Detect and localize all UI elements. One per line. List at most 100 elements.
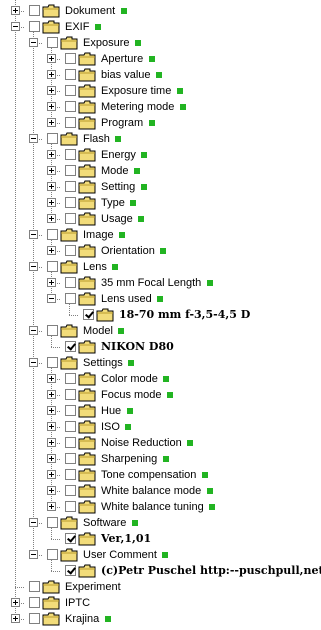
checkbox-icon[interactable] — [83, 309, 94, 320]
tree-node[interactable]: Metering mode — [0, 99, 321, 115]
tree-node[interactable]: Image — [0, 227, 321, 243]
checkbox-icon[interactable] — [47, 549, 58, 560]
checkbox-icon[interactable] — [29, 613, 40, 624]
checkbox-icon[interactable] — [29, 597, 40, 608]
tree-node[interactable]: Focus mode — [0, 387, 321, 403]
collapse-icon[interactable] — [29, 230, 38, 239]
expand-icon[interactable] — [47, 214, 56, 223]
tree-node[interactable]: Lens used — [0, 291, 321, 307]
tree-value-node[interactable]: (c)Petr Puschel http:--puschpull,net — [0, 563, 321, 579]
checkbox-icon[interactable] — [65, 405, 76, 416]
expand-icon[interactable] — [47, 86, 56, 95]
tree-node[interactable]: Tone compensation — [0, 467, 321, 483]
checkbox-icon[interactable] — [47, 325, 58, 336]
expand-icon[interactable] — [11, 614, 20, 623]
tree-node[interactable]: Software — [0, 515, 321, 531]
expand-icon[interactable] — [47, 150, 56, 159]
collapse-icon[interactable] — [29, 358, 38, 367]
checkbox-icon[interactable] — [65, 373, 76, 384]
checkbox-icon[interactable] — [65, 485, 76, 496]
tree-node[interactable]: Usage — [0, 211, 321, 227]
expand-icon[interactable] — [11, 598, 20, 607]
expand-icon[interactable] — [47, 182, 56, 191]
tree-node[interactable]: Lens — [0, 259, 321, 275]
checkbox-icon[interactable] — [65, 245, 76, 256]
checkbox-icon[interactable] — [65, 421, 76, 432]
collapse-icon[interactable] — [29, 134, 38, 143]
expand-icon[interactable] — [47, 374, 56, 383]
checkbox-icon[interactable] — [65, 277, 76, 288]
checkbox-icon[interactable] — [65, 165, 76, 176]
checkbox-icon[interactable] — [65, 437, 76, 448]
tree-node[interactable]: Exposure — [0, 35, 321, 51]
checkbox-icon[interactable] — [65, 53, 76, 64]
tree-node[interactable]: bias value — [0, 67, 321, 83]
collapse-icon[interactable] — [29, 262, 38, 271]
checkbox-icon[interactable] — [65, 389, 76, 400]
checkbox-icon[interactable] — [65, 85, 76, 96]
tree-value-node[interactable]: 18-70 mm f-3,5-4,5 D — [0, 307, 321, 323]
checkbox-icon[interactable] — [65, 565, 76, 576]
expand-icon[interactable] — [47, 438, 56, 447]
expand-icon[interactable] — [47, 502, 56, 511]
tree-node[interactable]: Mode — [0, 163, 321, 179]
checkbox-icon[interactable] — [65, 197, 76, 208]
checkbox-icon[interactable] — [65, 69, 76, 80]
tree-node[interactable]: Hue — [0, 403, 321, 419]
tree-node[interactable]: 35 mm Focal Length — [0, 275, 321, 291]
tree-node[interactable]: Model — [0, 323, 321, 339]
expand-icon[interactable] — [47, 406, 56, 415]
checkbox-icon[interactable] — [65, 293, 76, 304]
tree-node[interactable]: Setting — [0, 179, 321, 195]
expand-icon[interactable] — [47, 70, 56, 79]
collapse-icon[interactable] — [29, 326, 38, 335]
collapse-icon[interactable] — [29, 38, 38, 47]
tree-value-node[interactable]: Ver,1,01 — [0, 531, 321, 547]
checkbox-icon[interactable] — [47, 517, 58, 528]
checkbox-icon[interactable] — [65, 181, 76, 192]
expand-icon[interactable] — [11, 6, 20, 15]
expand-icon[interactable] — [47, 486, 56, 495]
checkbox-icon[interactable] — [65, 101, 76, 112]
expand-icon[interactable] — [47, 102, 56, 111]
checkbox-icon[interactable] — [47, 357, 58, 368]
expand-icon[interactable] — [47, 246, 56, 255]
tree-node[interactable]: Dokument — [0, 3, 321, 19]
checkbox-icon[interactable] — [47, 37, 58, 48]
checkbox-icon[interactable] — [65, 117, 76, 128]
checkbox-icon[interactable] — [65, 533, 76, 544]
checkbox-icon[interactable] — [47, 261, 58, 272]
checkbox-icon[interactable] — [65, 341, 76, 352]
checkbox-icon[interactable] — [47, 229, 58, 240]
tree-node[interactable]: User Comment — [0, 547, 321, 563]
tree-node[interactable]: Noise Reduction — [0, 435, 321, 451]
tree-node[interactable]: Orientation — [0, 243, 321, 259]
checkbox-icon[interactable] — [65, 149, 76, 160]
expand-icon[interactable] — [47, 118, 56, 127]
tree-node[interactable]: Flash — [0, 131, 321, 147]
tree-node[interactable]: Aperture — [0, 51, 321, 67]
checkbox-icon[interactable] — [29, 581, 40, 592]
checkbox-icon[interactable] — [65, 213, 76, 224]
expand-icon[interactable] — [47, 54, 56, 63]
tree-value-node[interactable]: NIKON D80 — [0, 339, 321, 355]
collapse-icon[interactable] — [29, 518, 38, 527]
tree-node[interactable]: Exposure time — [0, 83, 321, 99]
tree-node[interactable]: Color mode — [0, 371, 321, 387]
tree-node[interactable]: Krajina — [0, 611, 321, 627]
tree-node[interactable]: IPTC — [0, 595, 321, 611]
checkbox-icon[interactable] — [65, 453, 76, 464]
tree-node[interactable]: Type — [0, 195, 321, 211]
tree-node[interactable]: Program — [0, 115, 321, 131]
expand-icon[interactable] — [47, 198, 56, 207]
expand-icon[interactable] — [47, 278, 56, 287]
tree-node[interactable]: White balance tuning — [0, 499, 321, 515]
checkbox-icon[interactable] — [47, 133, 58, 144]
checkbox-icon[interactable] — [29, 21, 40, 32]
checkbox-icon[interactable] — [29, 5, 40, 16]
tree-node[interactable]: Settings — [0, 355, 321, 371]
tree-node[interactable]: EXIF — [0, 19, 321, 35]
expand-icon[interactable] — [47, 454, 56, 463]
collapse-icon[interactable] — [29, 550, 38, 559]
expand-icon[interactable] — [47, 422, 56, 431]
